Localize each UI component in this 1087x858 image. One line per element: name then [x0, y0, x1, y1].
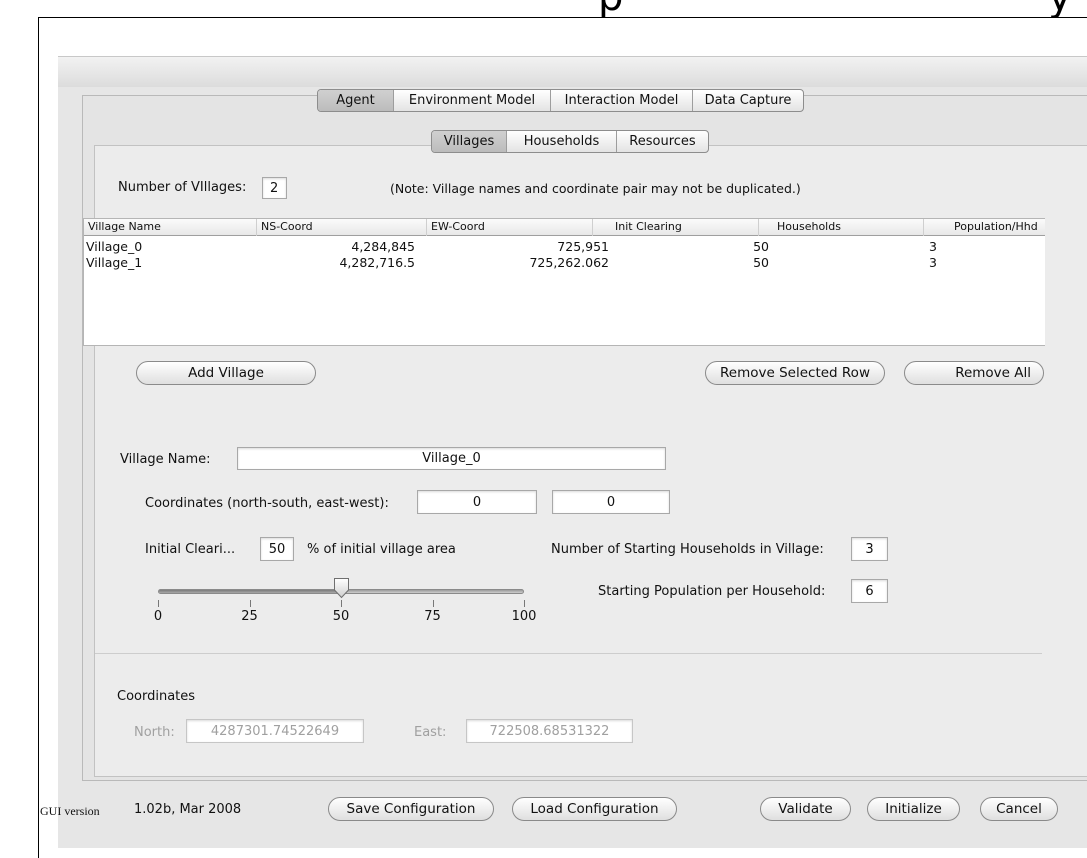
coordinates-heading: Coordinates [117, 689, 196, 704]
village-name-field[interactable]: Village_0 [237, 447, 666, 470]
slider-tick [432, 600, 434, 607]
num-villages-label: Number of VIllages: [118, 180, 247, 195]
slider-tick-label: 75 [424, 609, 441, 624]
north-field: 4287301.74522649 [186, 719, 364, 743]
duplicate-note: (Note: Village names and coordinate pair… [390, 181, 801, 196]
heading-fragment: p y [0, 0, 1087, 18]
ew-coord-field[interactable]: 0 [552, 490, 670, 514]
initial-clearing-label: Initial Cleari... [145, 542, 236, 557]
col-ns-coord[interactable]: NS-Coord [257, 219, 427, 236]
east-label: East: [414, 725, 447, 740]
slider-tick [524, 600, 525, 607]
cell-village-name: Village_0 [86, 239, 143, 254]
cell-ns-coord: 4,282,716.5 [339, 255, 415, 270]
num-villages-field[interactable]: 2 [262, 177, 287, 199]
initial-clearing-field[interactable]: 50 [260, 537, 294, 561]
east-field: 722508.68531322 [466, 719, 633, 743]
slider-tick-label: 25 [241, 609, 258, 624]
initialize-button[interactable]: Initialize [867, 797, 960, 821]
validate-button[interactable]: Validate [760, 797, 851, 821]
title-bar [58, 57, 1087, 87]
slider-tick-label: 50 [332, 609, 350, 624]
gui-version-value: 1.02b, Mar 2008 [134, 802, 242, 817]
tab-resources[interactable]: Resources [617, 131, 708, 152]
tab-villages[interactable]: Villages [432, 131, 507, 152]
cell-init-clearing: 50 [753, 255, 769, 270]
table-header: Village Name NS-Coord EW-Coord Init Clea… [84, 219, 1045, 236]
village-sub-tabs: Villages Households Resources [431, 130, 709, 153]
slider-tick-label: 0 [153, 609, 163, 624]
initial-clearing-suffix: % of initial village area [307, 542, 456, 557]
tab-environment-model[interactable]: Environment Model [394, 90, 551, 111]
agent-tabs: Agent Environment Model Interaction Mode… [317, 89, 804, 112]
col-households[interactable]: Households [759, 219, 924, 236]
remove-selected-row-button[interactable]: Remove Selected Row [705, 361, 885, 385]
slider-tick-label: 100 [511, 609, 537, 624]
cell-households: 3 [929, 255, 937, 270]
cell-init-clearing: 50 [753, 239, 769, 254]
villages-table[interactable]: Village Name NS-Coord EW-Coord Init Clea… [83, 218, 1045, 346]
households-label: Number of Starting Households in Village… [551, 542, 824, 557]
population-field[interactable]: 6 [851, 579, 888, 603]
slider-tick [158, 600, 159, 607]
cell-ns-coord: 4,284,845 [351, 239, 415, 254]
save-configuration-button[interactable]: Save Configuration [328, 797, 494, 821]
households-field[interactable]: 3 [851, 537, 888, 561]
coordinates-entry-label: Coordinates (north-south, east-west): [145, 496, 389, 511]
col-ew-coord[interactable]: EW-Coord [427, 219, 593, 236]
cell-ew-coord: 725,951 [557, 239, 609, 254]
cell-ew-coord: 725,262.062 [529, 255, 609, 270]
col-population-hhd[interactable]: Population/Hhd [924, 219, 1045, 236]
tab-data-capture[interactable]: Data Capture [693, 90, 803, 111]
cell-households: 3 [929, 239, 937, 254]
slider-tick [341, 600, 342, 607]
slider-tick [249, 600, 251, 607]
tab-interaction-model[interactable]: Interaction Model [551, 90, 693, 111]
slider-fill [159, 590, 341, 593]
population-label: Starting Population per Household: [598, 584, 826, 599]
load-configuration-button[interactable]: Load Configuration [512, 797, 677, 821]
col-init-clearing[interactable]: Init Clearing [593, 219, 759, 236]
tab-agent[interactable]: Agent [318, 90, 394, 111]
slider-thumb[interactable] [333, 577, 350, 599]
village-name-label: Village Name: [120, 452, 211, 467]
add-village-button[interactable]: Add Village [136, 361, 316, 385]
remove-all-button[interactable]: Remove All [904, 361, 1044, 385]
tab-households[interactable]: Households [507, 131, 617, 152]
cancel-button[interactable]: Cancel [980, 797, 1058, 821]
north-label: North: [134, 725, 175, 740]
ns-coord-field[interactable]: 0 [417, 490, 537, 514]
col-village-name[interactable]: Village Name [84, 219, 257, 236]
cell-village-name: Village_1 [86, 255, 143, 270]
gui-version-prefix: GUI version [40, 804, 100, 818]
section-divider [95, 653, 1042, 654]
